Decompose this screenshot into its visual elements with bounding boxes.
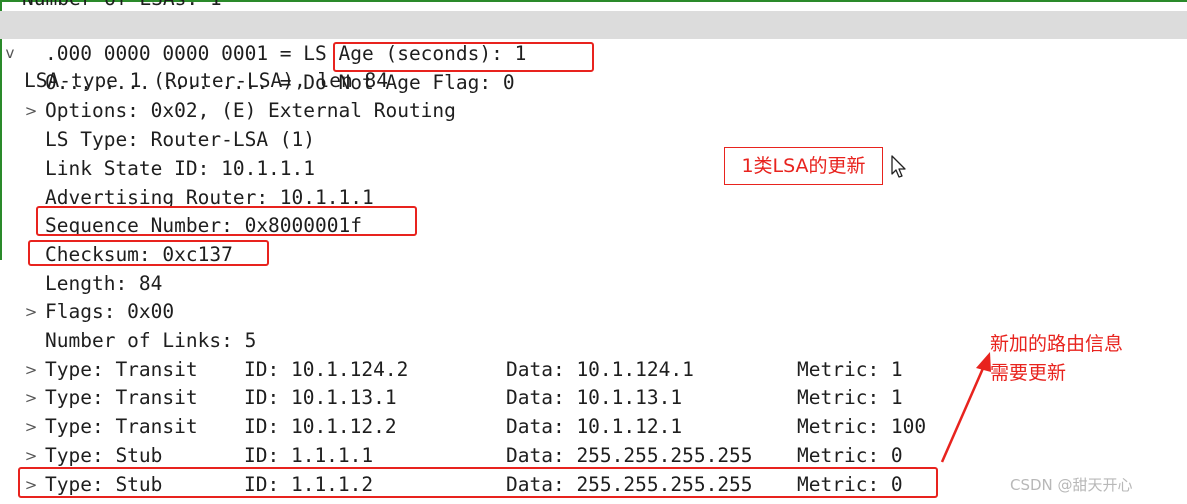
new-route-highlight (18, 467, 938, 498)
field-row[interactable]: > Flags: 0x00 (0, 298, 1187, 326)
watermark: CSDN @甜天开心 (1010, 476, 1133, 494)
link-data: Data: 10.1.12.1 (506, 415, 683, 439)
link-type: Type: Transit (45, 357, 198, 381)
partial-top-row: Number of LSAs: 1 (22, 0, 222, 10)
link-data: Data: 10.1.124.1 (506, 357, 694, 381)
field-text: Number of Links: 5 (45, 329, 257, 352)
new-route-note: 新加的路由信息 需要更新 (990, 330, 1123, 388)
field-row[interactable]: Link State ID: 10.1.1.1 (0, 155, 1187, 183)
checksum-highlight (28, 240, 269, 266)
link-id: ID: 10.1.12.2 (244, 415, 397, 439)
field-text: Link State ID: 10.1.1.1 (45, 156, 316, 180)
field-text: Flags: 0x00 (45, 300, 175, 324)
link-metric: Metric: 0 (797, 443, 903, 467)
field-text: 0... .... .... .... = Do Not Age Flag: 0 (45, 70, 515, 94)
ls-age-highlight (333, 42, 594, 72)
field-text: Options: 0x02, (E) External Routing (45, 99, 456, 123)
field-text: Length: 84 (45, 271, 163, 295)
link-row[interactable]: > Type: Transit ID: 10.1.12.2 Data: 10.1.12… (0, 413, 1187, 441)
link-metric: Metric: 1 (797, 386, 903, 410)
expand-icon[interactable]: > (24, 413, 38, 441)
field-row[interactable]: > Options: 0x02, (E) External Routing (0, 97, 1187, 125)
link-id: ID: 10.1.124.2 (244, 357, 409, 381)
link-type: Type: Stub (45, 443, 163, 467)
field-row[interactable]: Length: 84 (0, 270, 1187, 298)
link-data: Data: 255.255.255.255 (506, 443, 753, 467)
link-id: ID: 1.1.1.1 (244, 443, 374, 467)
field-text: LS Type: Router-LSA (1) (45, 128, 316, 152)
expand-icon[interactable]: > (24, 442, 38, 470)
lsa-update-callout: 1类LSA的更新 (724, 147, 883, 185)
link-type: Type: Transit (45, 386, 198, 410)
note-line-2: 需要更新 (990, 362, 1067, 384)
field-row[interactable]: 0... .... .... .... = Do Not Age Flag: 0 (0, 69, 1187, 97)
link-row[interactable]: > Type: Transit ID: 10.1.13.1 Data: 10.1.13… (0, 384, 1187, 412)
link-id: ID: 10.1.13.1 (244, 386, 397, 410)
lsa-header-row[interactable]: v LSA-type 1 (Router-LSA), len 84 (0, 11, 1187, 92)
link-metric: Metric: 1 (797, 357, 903, 381)
expand-icon[interactable]: > (24, 97, 38, 125)
link-metric: Metric: 100 (797, 415, 927, 439)
link-row[interactable]: > Type: Stub ID: 1.1.1.1 Data: 255.255.255.… (0, 442, 1187, 470)
expand-icon[interactable]: > (24, 384, 38, 412)
link-type: Type: Transit (45, 415, 198, 439)
expand-icon[interactable]: > (24, 298, 38, 326)
note-line-1: 新加的路由信息 (990, 333, 1124, 355)
mouse-cursor-icon (891, 155, 906, 178)
field-row[interactable]: LS Type: Router-LSA (1) (0, 126, 1187, 154)
expand-icon[interactable]: > (24, 356, 38, 384)
sequence-number-highlight (36, 206, 417, 236)
link-data: Data: 10.1.13.1 (506, 386, 683, 410)
